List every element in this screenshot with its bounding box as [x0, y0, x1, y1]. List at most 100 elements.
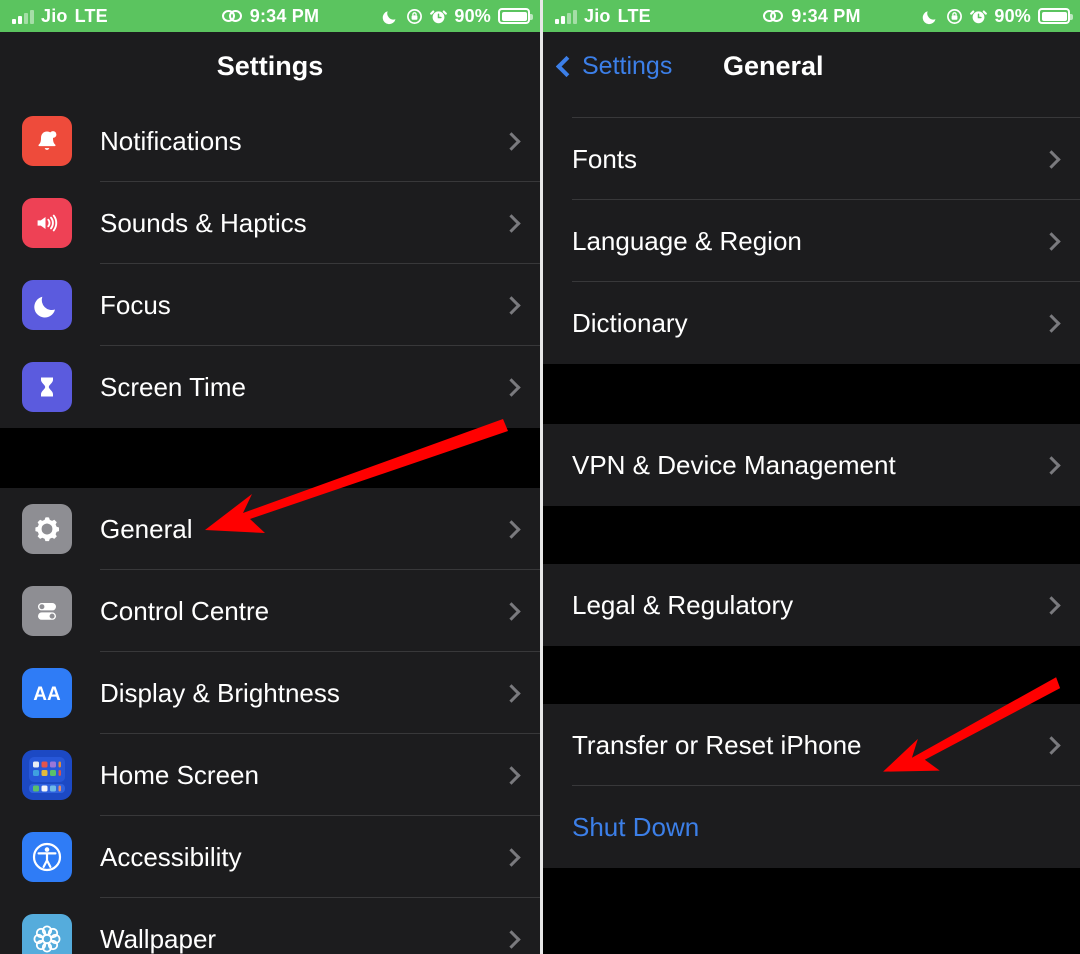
- sidebar-item-sounds-haptics[interactable]: Sounds & Haptics: [0, 182, 540, 264]
- chevron-right-icon: [1042, 313, 1061, 333]
- settings-group-1: Notifications Sounds & Haptics Focus Scr…: [0, 100, 540, 428]
- back-button-label: Settings: [582, 51, 673, 80]
- hourglass-icon: [22, 362, 72, 412]
- group-gap: [543, 646, 1080, 704]
- alarm-clock-icon: [430, 8, 448, 25]
- network-type-label: LTE: [74, 5, 108, 26]
- rotation-lock-icon: [406, 8, 423, 25]
- sidebar-item-screen-time[interactable]: Screen Time: [0, 346, 540, 428]
- chevron-right-icon: [502, 765, 521, 785]
- aa-icon: AA: [22, 668, 72, 718]
- flower-icon: [22, 914, 72, 954]
- right-phone-screen: Jio LTE 9:34 PM 90% Settings General Fon…: [540, 0, 1080, 954]
- chevron-right-icon: [502, 929, 521, 949]
- general-list: Keyboard Fonts Language & Region Diction…: [543, 100, 1080, 928]
- sidebar-item-label: Accessibility: [100, 841, 242, 872]
- clock-label: 9:34 PM: [791, 5, 861, 26]
- rotation-lock-icon: [946, 8, 963, 25]
- chevron-right-icon: [1042, 231, 1061, 251]
- chevron-right-icon: [502, 377, 521, 397]
- status-bar-left-group: Jio LTE: [543, 6, 651, 27]
- status-bar-right-group: 90%: [382, 6, 540, 27]
- group-gap: [543, 868, 1080, 928]
- chevron-right-icon: [502, 683, 521, 703]
- list-item-label: Fonts: [572, 143, 638, 174]
- list-item-vpn-device-management[interactable]: VPN & Device Management: [543, 424, 1080, 506]
- status-bar-left: Jio LTE 9:34 PM 90%: [0, 0, 540, 32]
- list-item-label: Transfer or Reset iPhone: [572, 729, 862, 760]
- chevron-right-icon: [502, 213, 521, 233]
- sidebar-item-accessibility[interactable]: Accessibility: [0, 816, 540, 898]
- sidebar-item-general[interactable]: General: [0, 488, 540, 570]
- sidebar-item-label: Wallpaper: [100, 923, 217, 954]
- general-nav-bar: Settings General: [543, 32, 1080, 100]
- dual-screenshot-container: Jio LTE 9:34 PM 90% Settings Notificatio…: [0, 0, 1080, 954]
- chevron-right-icon: [502, 131, 521, 151]
- moon-icon: [382, 8, 399, 25]
- group-gap: [543, 506, 1080, 564]
- battery-percent-label: 90%: [454, 5, 491, 26]
- bell-icon: [22, 116, 72, 166]
- chevron-right-icon: [1042, 735, 1061, 755]
- sidebar-item-notifications[interactable]: Notifications: [0, 100, 540, 182]
- settings-nav-bar: Settings: [0, 32, 540, 100]
- scrolled-partial-row[interactable]: Keyboard: [543, 100, 1080, 118]
- general-group-1: Fonts Language & Region Dictionary: [543, 118, 1080, 364]
- sidebar-item-wallpaper[interactable]: Wallpaper: [0, 898, 540, 954]
- settings-group-2: General Control Centre AA Display & Brig…: [0, 488, 540, 954]
- sidebar-item-label: Notifications: [100, 125, 242, 156]
- network-type-label: LTE: [617, 5, 651, 26]
- back-button[interactable]: Settings: [543, 52, 672, 81]
- accessibility-icon: [22, 832, 72, 882]
- gear-icon: [22, 504, 72, 554]
- page-title: Settings: [216, 50, 324, 81]
- moon-icon: [22, 280, 72, 330]
- list-item-dictionary[interactable]: Dictionary: [543, 282, 1080, 364]
- sidebar-item-focus[interactable]: Focus: [0, 264, 540, 346]
- list-item-label: Dictionary: [572, 307, 688, 338]
- sidebar-item-label: Control Centre: [100, 595, 270, 626]
- chain-link-icon: [221, 8, 243, 24]
- battery-icon: [498, 8, 533, 24]
- toggles-icon: [22, 586, 72, 636]
- list-item-language-region[interactable]: Language & Region: [543, 200, 1080, 282]
- clock-label: 9:34 PM: [249, 5, 320, 26]
- group-gap: [543, 364, 1080, 424]
- speaker-icon: [22, 198, 72, 248]
- chevron-right-icon: [502, 601, 521, 621]
- battery-icon: [1038, 8, 1073, 24]
- sidebar-item-label: General: [100, 513, 193, 544]
- settings-list: Notifications Sounds & Haptics Focus Scr…: [0, 100, 540, 954]
- list-item-transfer-or-reset-iphone[interactable]: Transfer or Reset iPhone: [543, 704, 1080, 786]
- list-item-legal-regulatory[interactable]: Legal & Regulatory: [543, 564, 1080, 646]
- chevron-right-icon: [502, 847, 521, 867]
- left-phone-screen: Jio LTE 9:34 PM 90% Settings Notificatio…: [0, 0, 540, 954]
- app-grid-icon: [22, 750, 72, 800]
- alarm-clock-icon: [970, 8, 988, 25]
- list-item-shut-down[interactable]: Shut Down: [543, 786, 1080, 868]
- sidebar-item-label: Sounds & Haptics: [100, 207, 307, 238]
- page-title: General: [723, 50, 824, 81]
- sidebar-item-label: Home Screen: [100, 759, 259, 790]
- status-bar-left-group: Jio LTE: [0, 6, 108, 27]
- moon-icon: [922, 8, 939, 25]
- chevron-right-icon: [502, 519, 521, 539]
- chain-link-icon: [762, 8, 784, 24]
- list-item-label: Shut Down: [572, 811, 700, 842]
- chevron-right-icon: [1042, 595, 1061, 615]
- chevron-right-icon: [1042, 455, 1061, 475]
- sidebar-item-display-brightness[interactable]: AA Display & Brightness: [0, 652, 540, 734]
- list-item-fonts[interactable]: Fonts: [543, 118, 1080, 200]
- status-bar-right: Jio LTE 9:34 PM 90%: [543, 0, 1080, 32]
- general-group-4: Transfer or Reset iPhone Shut Down: [543, 704, 1080, 868]
- chevron-right-icon: [502, 295, 521, 315]
- chevron-left-icon: [555, 55, 578, 77]
- sidebar-item-label: Screen Time: [100, 371, 246, 402]
- sidebar-item-control-centre[interactable]: Control Centre: [0, 570, 540, 652]
- sidebar-item-home-screen[interactable]: Home Screen: [0, 734, 540, 816]
- general-group-2: VPN & Device Management: [543, 424, 1080, 506]
- group-gap: [0, 428, 540, 488]
- battery-percent-label: 90%: [994, 5, 1031, 26]
- carrier-label: Jio: [41, 5, 68, 26]
- general-group-3: Legal & Regulatory: [543, 564, 1080, 646]
